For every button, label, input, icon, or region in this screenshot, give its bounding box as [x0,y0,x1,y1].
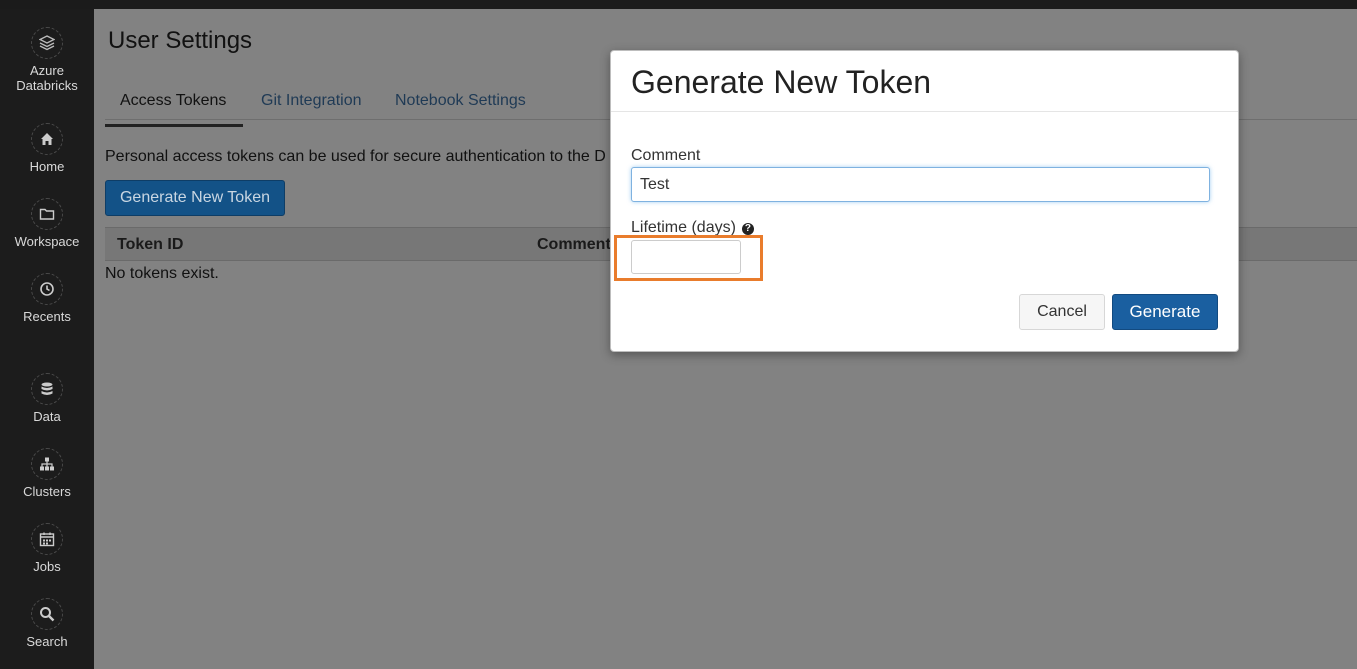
clock-icon [31,273,63,305]
cancel-button[interactable]: Cancel [1019,294,1105,330]
folder-icon [31,198,63,230]
database-icon [31,373,63,405]
sidebar-brand[interactable]: Azure Databricks [0,27,94,93]
generate-button[interactable]: Generate [1112,294,1218,330]
home-icon [31,123,63,155]
generate-token-dialog: Generate New Token Comment Lifetime (day… [610,50,1239,352]
comment-label: Comment [631,147,701,164]
sidebar-item-clusters[interactable]: Clusters [0,448,94,499]
dialog-header: Generate New Token [611,51,1238,112]
sidebar-item-workspace[interactable]: Workspace [0,198,94,249]
databricks-logo-icon [31,27,63,59]
sidebar: Azure Databricks Home Workspace Recents … [0,9,94,669]
sidebar-item-label: Data [33,409,61,424]
cluster-icon [31,448,63,480]
brand-line2: Databricks [16,78,78,93]
sidebar-item-label: Search [26,634,68,649]
page-title: User Settings [108,27,253,54]
sidebar-item-label: Clusters [23,484,71,499]
search-icon [31,598,63,630]
sidebar-item-label: Home [29,159,65,174]
top-bar [0,0,1357,9]
empty-table-message: No tokens exist. [105,265,219,282]
sidebar-item-search[interactable]: Search [0,598,94,649]
column-header-comment[interactable]: Comment [537,236,611,254]
sidebar-item-label: Workspace [14,234,80,249]
dialog-title: Generate New Token [631,64,932,100]
sidebar-item-jobs[interactable]: Jobs [0,523,94,574]
sidebar-item-home[interactable]: Home [0,123,94,174]
sidebar-item-label: Jobs [33,559,61,574]
column-header-token-id[interactable]: Token ID [117,236,183,254]
sidebar-item-recents[interactable]: Recents [0,273,94,324]
tab-access-tokens[interactable]: Access Tokens [105,91,243,127]
sidebar-item-label: Recents [23,309,71,324]
lifetime-label: Lifetime (days) [631,219,736,236]
brand-line1: Azure [30,63,64,78]
tab-notebook-settings[interactable]: Notebook Settings [395,91,526,127]
generate-new-token-button[interactable]: Generate New Token [105,180,285,216]
highlight-annotation [614,235,763,281]
sidebar-item-data[interactable]: Data [0,373,94,424]
tokens-description: Personal access tokens can be used for s… [105,148,606,165]
comment-input[interactable] [631,167,1210,202]
tab-git-integration[interactable]: Git Integration [261,91,362,127]
help-icon[interactable]: ? [741,223,754,235]
calendar-icon [31,523,63,555]
